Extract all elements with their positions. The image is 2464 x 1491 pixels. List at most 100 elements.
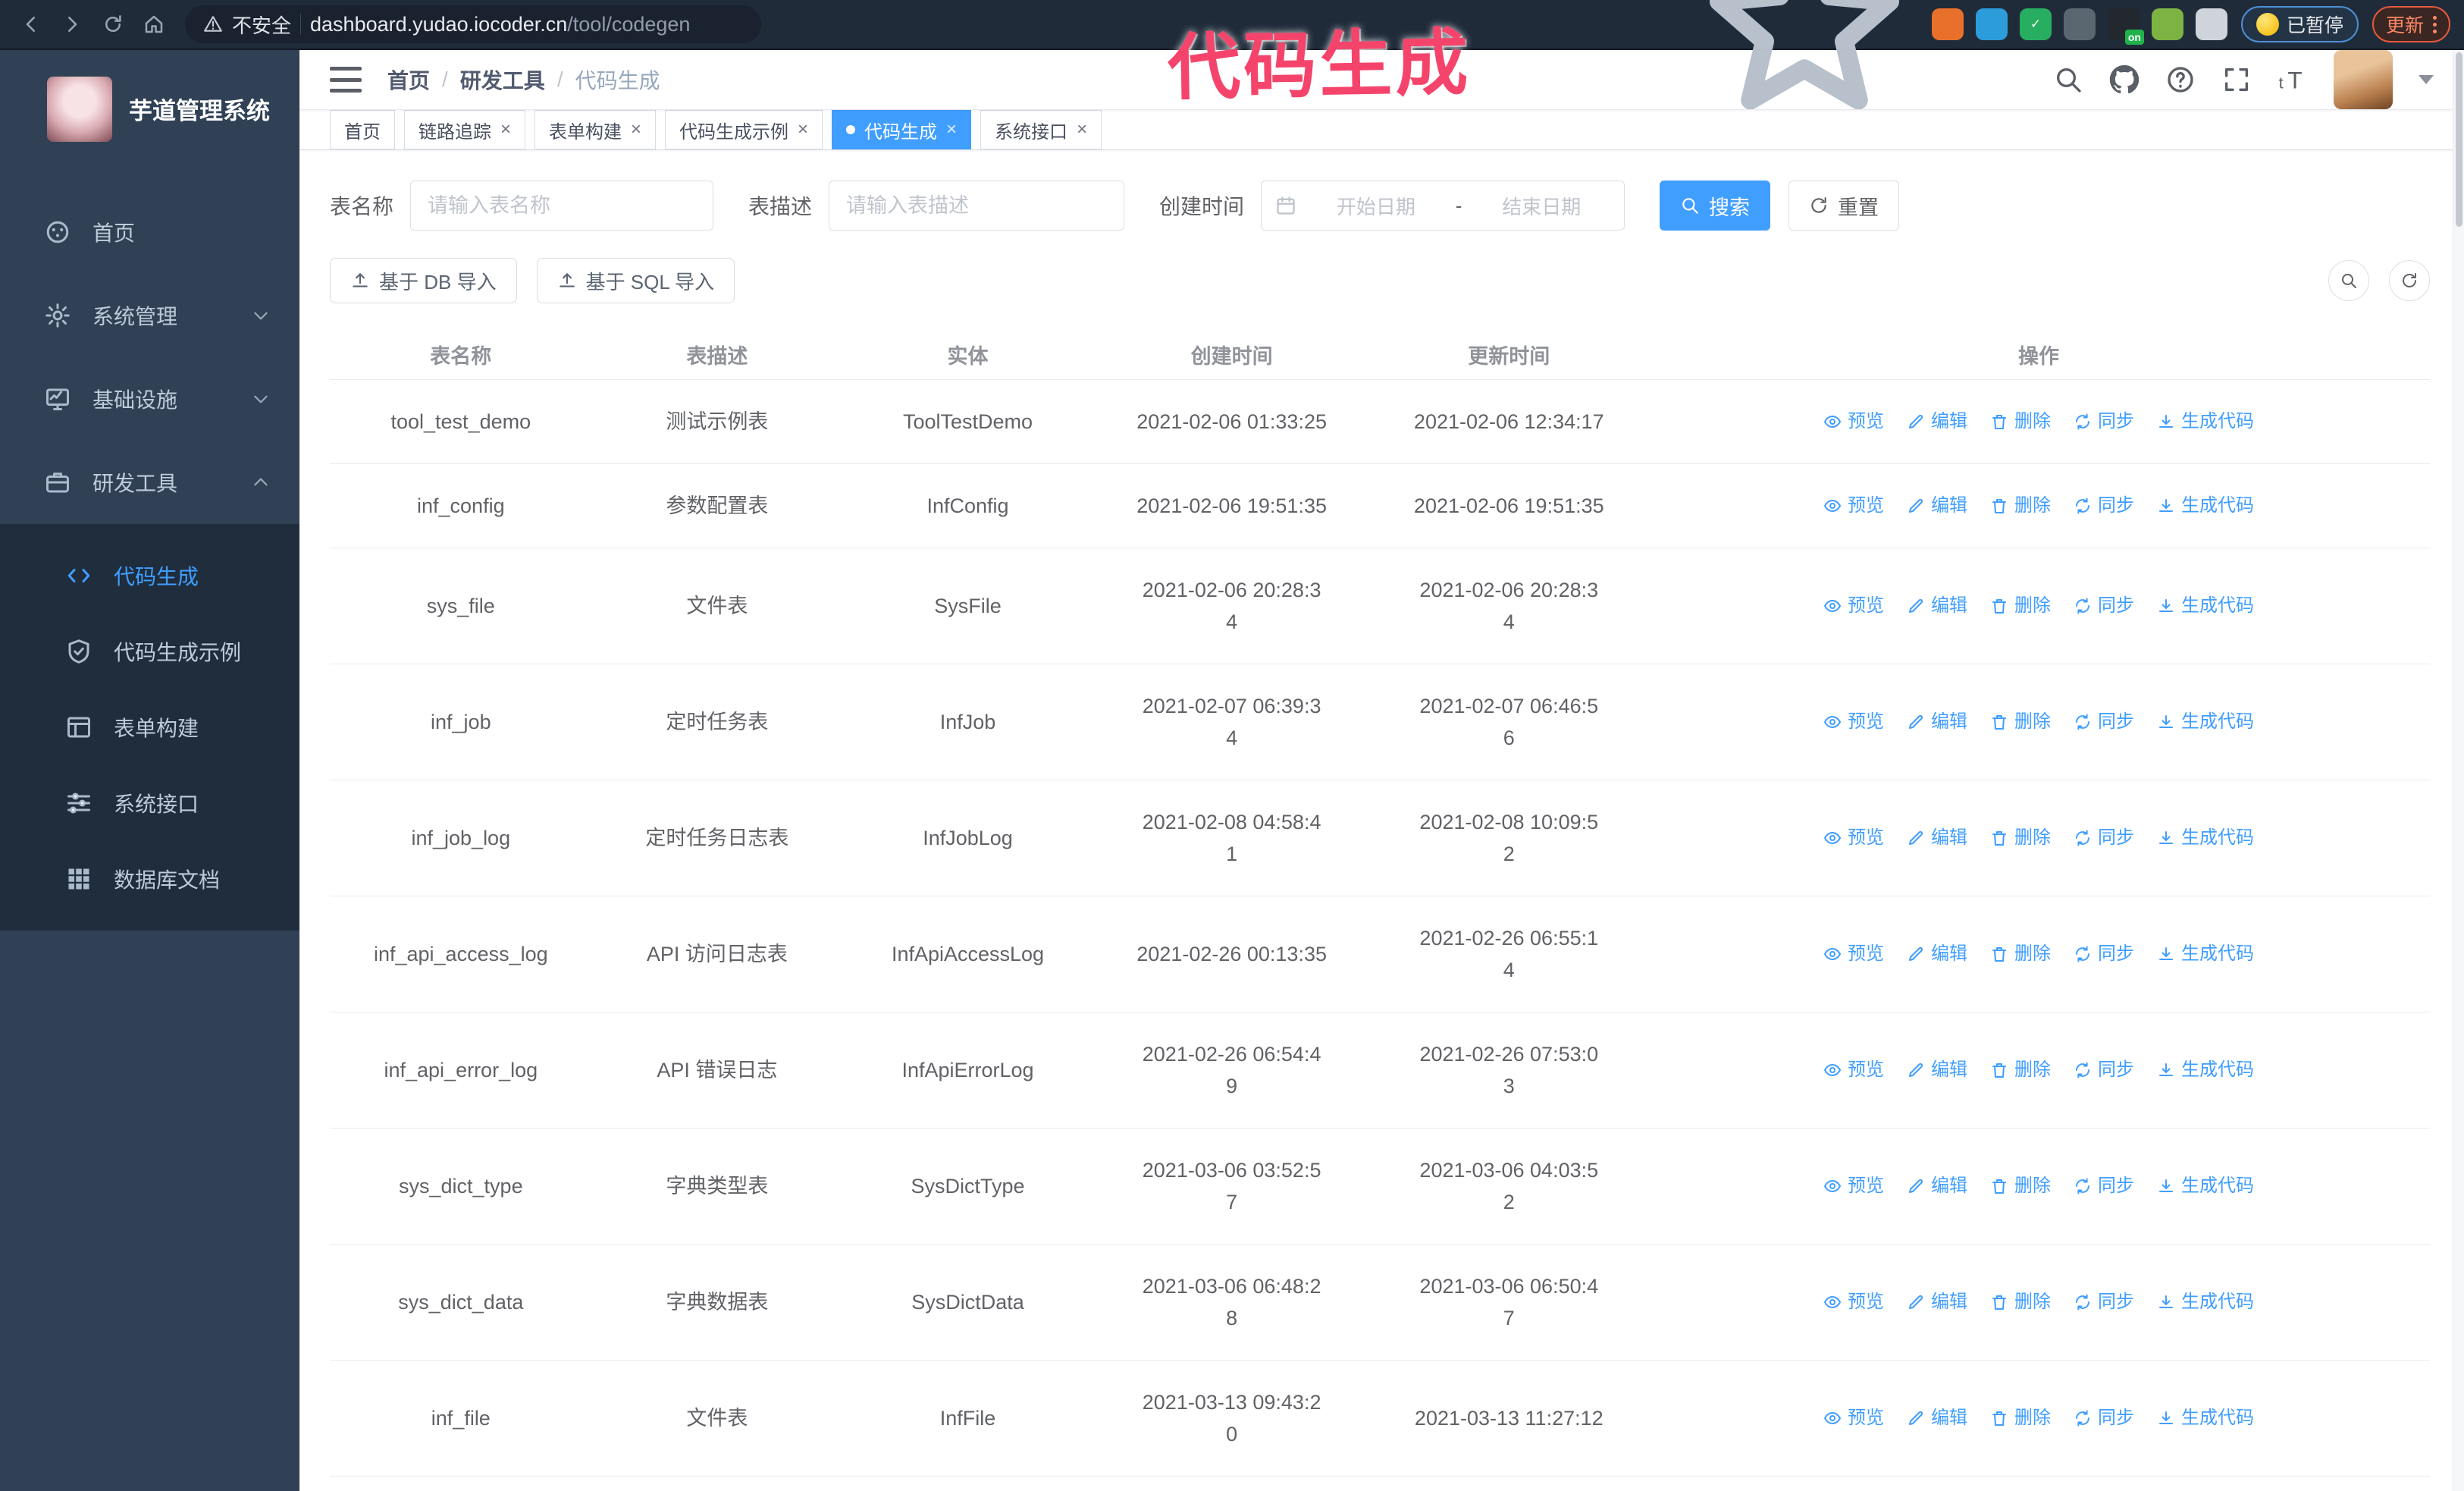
action-sync-link[interactable]: 同步 [2074,1170,2134,1202]
action-generate-link[interactable]: 生成代码 [2157,590,2254,622]
avatar[interactable] [2334,50,2393,109]
sidebar-subitem-数据库文档[interactable]: 数据库文档 [0,841,299,917]
tab-首页[interactable]: 首页 [330,110,395,149]
action-edit-link[interactable]: 编辑 [1907,1286,1967,1318]
sidebar-subitem-代码生成[interactable]: 代码生成 [0,538,299,614]
tab-close-icon[interactable]: × [500,121,511,139]
github-icon[interactable] [2109,64,2140,95]
action-generate-link[interactable]: 生成代码 [2157,1286,2254,1318]
action-generate-link[interactable]: 生成代码 [2157,1054,2254,1086]
import-sql-button[interactable]: 基于 SQL 导入 [536,258,735,303]
search-icon[interactable] [2053,64,2083,95]
end-date-placeholder[interactable]: 结束日期 [1472,192,1610,220]
action-generate-link[interactable]: 生成代码 [2157,1170,2254,1202]
action-generate-link[interactable]: 生成代码 [2157,706,2254,738]
action-delete-link[interactable]: 删除 [1990,706,2051,738]
reset-button[interactable]: 重置 [1788,180,1900,231]
action-sync-link[interactable]: 同步 [2074,706,2134,738]
hamburger-icon[interactable] [330,67,362,93]
import-db-button[interactable]: 基于 DB 导入 [330,258,517,303]
breadcrumb-devtools[interactable]: 研发工具 [460,64,545,95]
extension-on-icon[interactable]: on [2107,8,2144,45]
action-delete-link[interactable]: 删除 [1990,822,2051,854]
action-edit-link[interactable]: 编辑 [1907,1402,1967,1434]
action-edit-link[interactable]: 编辑 [1907,938,1967,970]
tab-close-icon[interactable]: × [798,121,808,139]
action-sync-link[interactable]: 同步 [2074,1402,2134,1434]
action-delete-link[interactable]: 删除 [1990,1170,2051,1202]
action-generate-link[interactable]: 生成代码 [2157,822,2254,854]
fullscreen-icon[interactable] [2221,64,2252,95]
start-date-placeholder[interactable]: 开始日期 [1307,192,1445,220]
extension-green-bot-icon[interactable] [2151,8,2183,40]
browser-back-icon[interactable] [14,7,49,42]
tab-表单构建[interactable]: 表单构建 × [534,110,657,149]
extension-ghost-icon[interactable] [2195,8,2227,40]
help-icon[interactable] [2165,64,2196,95]
action-delete-link[interactable]: 删除 [1990,1286,2051,1318]
action-preview-link[interactable]: 预览 [1823,1054,1884,1086]
action-delete-link[interactable]: 删除 [1990,1054,2051,1086]
action-edit-link[interactable]: 编辑 [1907,1054,1967,1086]
action-sync-link[interactable]: 同步 [2074,590,2134,622]
table-desc-input[interactable] [829,180,1125,231]
tab-代码生成示例[interactable]: 代码生成示例 × [665,110,823,149]
update-button[interactable]: 更新 [2372,6,2450,42]
paused-badge[interactable]: 已暂停 [2240,6,2359,42]
sidebar-item-首页[interactable]: 首页 [0,190,299,274]
tab-系统接口[interactable]: 系统接口 × [980,110,1102,149]
action-delete-link[interactable]: 删除 [1990,590,2051,622]
action-sync-link[interactable]: 同步 [2074,1286,2134,1318]
action-edit-link[interactable]: 编辑 [1907,590,1967,622]
table-name-input[interactable] [410,180,714,231]
extension-blue-gem-icon[interactable] [1975,8,2008,40]
action-preview-link[interactable]: 预览 [1823,822,1884,854]
tab-链路追踪[interactable]: 链路追踪 × [404,110,526,149]
action-preview-link[interactable]: 预览 [1823,490,1884,522]
action-preview-link[interactable]: 预览 [1823,1286,1884,1318]
action-sync-link[interactable]: 同步 [2074,938,2134,970]
hide-search-button[interactable] [2328,260,2369,301]
action-sync-link[interactable]: 同步 [2074,1054,2134,1086]
refresh-table-button[interactable] [2389,260,2430,301]
tab-close-icon[interactable]: × [631,121,641,139]
breadcrumb-home[interactable]: 首页 [387,64,430,95]
action-delete-link[interactable]: 删除 [1990,1402,2051,1434]
action-generate-link[interactable]: 生成代码 [2157,406,2254,438]
action-edit-link[interactable]: 编辑 [1907,1170,1967,1202]
extension-grid-icon[interactable] [2063,8,2096,40]
action-delete-link[interactable]: 删除 [1990,490,2051,522]
action-generate-link[interactable]: 生成代码 [2157,1402,2254,1434]
sidebar-item-系统管理[interactable]: 系统管理 [0,274,299,357]
extension-orange-icon[interactable] [1931,8,1964,40]
action-edit-link[interactable]: 编辑 [1907,706,1967,738]
chevron-down-icon[interactable] [2419,75,2434,84]
tab-close-icon[interactable]: × [946,121,957,139]
sidebar-item-基础设施[interactable]: 基础设施 [0,357,299,441]
action-edit-link[interactable]: 编辑 [1907,406,1967,438]
browser-home-icon[interactable] [136,7,171,42]
action-sync-link[interactable]: 同步 [2074,822,2134,854]
tab-代码生成[interactable]: 代码生成 × [832,110,972,149]
action-preview-link[interactable]: 预览 [1823,590,1884,622]
date-range-picker[interactable]: 开始日期 - 结束日期 [1261,180,1625,231]
search-button[interactable]: 搜索 [1660,180,1771,231]
action-preview-link[interactable]: 预览 [1823,406,1884,438]
action-edit-link[interactable]: 编辑 [1907,822,1967,854]
action-preview-link[interactable]: 预览 [1823,938,1884,970]
scrollbar-thumb[interactable] [2455,52,2462,227]
sidebar-item-研发工具[interactable]: 研发工具 [0,441,299,524]
action-edit-link[interactable]: 编辑 [1907,490,1967,522]
extension-green-check-icon[interactable]: ✓ [2019,8,2052,40]
action-delete-link[interactable]: 删除 [1990,938,2051,970]
action-generate-link[interactable]: 生成代码 [2157,938,2254,970]
kebab-menu-icon[interactable] [2433,15,2437,33]
action-preview-link[interactable]: 预览 [1823,706,1884,738]
action-generate-link[interactable]: 生成代码 [2157,490,2254,522]
action-sync-link[interactable]: 同步 [2074,406,2134,438]
browser-reload-icon[interactable] [96,7,130,42]
action-delete-link[interactable]: 删除 [1990,406,2051,438]
tab-close-icon[interactable]: × [1077,121,1087,139]
sidebar-subitem-系统接口[interactable]: 系统接口 [0,765,299,841]
action-preview-link[interactable]: 预览 [1823,1170,1884,1202]
